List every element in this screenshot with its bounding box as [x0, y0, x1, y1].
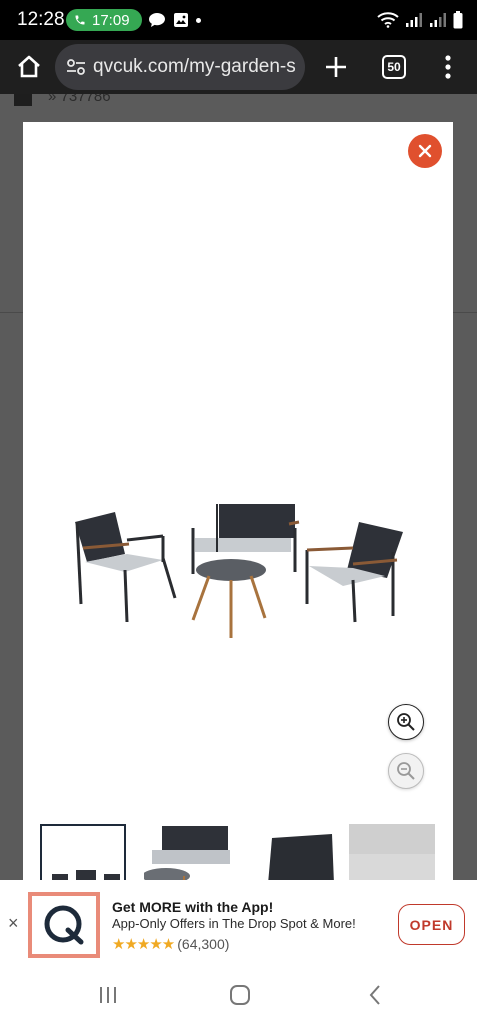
more-vert-icon[interactable]: [440, 53, 456, 81]
close-button[interactable]: [408, 134, 442, 168]
status-bar: 12:28 17:09: [0, 0, 477, 40]
signal-icon: [406, 13, 422, 27]
status-time: 12:28: [17, 9, 65, 30]
app-promo-banner: × Get MORE with the App! App-Only Offers…: [0, 880, 477, 964]
thumbnail-strip: [40, 824, 440, 884]
right-armchair: [305, 522, 403, 623]
image-icon: [174, 13, 188, 27]
qvc-logo-icon: [44, 905, 84, 945]
url-text: qvcuk.com/my-garden-s: [93, 56, 296, 77]
browser-toolbar: qvcuk.com/my-garden-s 50: [0, 40, 477, 94]
system-nav-bar: [0, 964, 477, 1024]
coffee-table: [191, 559, 267, 638]
back-icon[interactable]: [364, 984, 388, 1006]
plus-icon[interactable]: [322, 53, 350, 81]
zoom-out-icon: [397, 762, 415, 780]
close-icon: [418, 144, 432, 158]
recents-icon[interactable]: [96, 984, 120, 1006]
tab-switcher-button[interactable]: 50: [382, 55, 406, 79]
thumbnail-3[interactable]: [252, 824, 338, 884]
breadcrumb-home-icon: [14, 94, 32, 106]
chat-bubble-icon: [149, 13, 165, 27]
open-app-button[interactable]: OPEN: [398, 904, 465, 945]
dismiss-banner-button[interactable]: ×: [8, 913, 19, 934]
qvc-app-logo: [28, 892, 100, 958]
banner-subtitle: App-Only Offers in The Drop Spot & More!: [112, 916, 356, 931]
thumbnail-4[interactable]: [349, 824, 435, 884]
banner-title: Get MORE with the App!: [112, 899, 274, 915]
app-rating: ★★★★★ (64,300): [112, 935, 229, 953]
left-armchair: [75, 512, 177, 623]
battery-icon: [453, 11, 463, 29]
home-icon[interactable]: [15, 53, 43, 81]
zoom-out-button[interactable]: [388, 753, 424, 789]
product-image[interactable]: [63, 492, 423, 662]
zoom-in-button[interactable]: [388, 704, 424, 740]
ongoing-call-pill[interactable]: 17:09: [66, 9, 142, 31]
call-timer: 17:09: [92, 11, 130, 29]
rating-count: (64,300): [177, 936, 230, 952]
dot-icon: [196, 17, 201, 23]
thumbnail-2[interactable]: [144, 824, 230, 884]
wifi-icon: [377, 12, 399, 28]
address-bar[interactable]: qvcuk.com/my-garden-s: [55, 44, 305, 90]
thumbnail-1[interactable]: [40, 824, 126, 884]
image-viewer-modal: [23, 122, 453, 884]
site-settings-icon[interactable]: [65, 56, 87, 78]
zoom-in-icon: [397, 713, 415, 731]
signal-icon-2: [430, 13, 446, 27]
breadcrumb: » 737786: [48, 94, 111, 105]
star-rating: ★★★★★: [112, 936, 175, 953]
home-nav-icon[interactable]: [228, 984, 252, 1006]
phone-icon: [75, 15, 85, 25]
